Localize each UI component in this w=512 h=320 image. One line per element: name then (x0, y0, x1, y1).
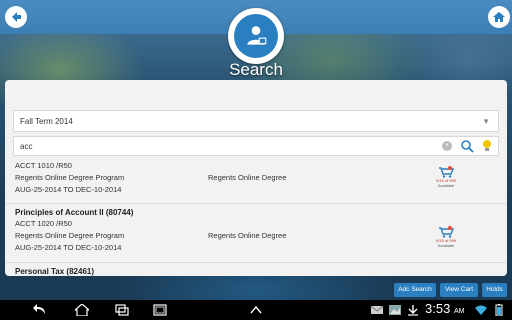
search-icon[interactable] (460, 139, 474, 153)
home-icon (493, 12, 505, 22)
battery-icon (492, 303, 506, 317)
clear-icon[interactable]: × (442, 141, 452, 151)
holds-button[interactable]: Holds (482, 283, 507, 297)
list-item[interactable]: ACCT 1010 /R50 Regents Online Degree Pro… (5, 160, 507, 204)
home-button[interactable] (488, 6, 510, 28)
back-arrow-icon (12, 12, 21, 22)
search-hero-badge (228, 8, 284, 64)
wifi-icon (474, 303, 488, 317)
chevron-down-icon: ▼ (482, 117, 490, 126)
term-select[interactable]: Fall Term 2014 ▼ (13, 110, 499, 132)
course-title: Principles of Account II (80744) (15, 208, 134, 217)
email-icon (370, 303, 384, 317)
course-code: ACCT 1020 /R50 (15, 219, 72, 228)
course-program: Regents Online Degree Program (15, 231, 125, 240)
course-college: Regents Online Degree (208, 173, 287, 182)
system-nav-bar: 3:53 AM (0, 300, 512, 320)
course-dates: AUG-25-2014 TO DEC-10-2014 (15, 243, 122, 252)
search-panel: Fall Term 2014 ▼ acc × ACCT 1010 /R50 Re… (5, 80, 507, 276)
menu-up-icon[interactable] (246, 303, 266, 317)
nav-home-icon[interactable] (72, 303, 92, 317)
cart-icon (439, 166, 454, 178)
image-icon (388, 303, 402, 317)
nav-recent-apps-icon[interactable] (112, 303, 132, 317)
availability-label: Available (437, 243, 455, 248)
add-to-cart-button[interactable]: 9/15 of 999 Available (435, 166, 457, 188)
add-search-button[interactable]: Adc Search (394, 283, 436, 297)
course-dates: AUG-25-2014 TO DEC-10-2014 (15, 185, 122, 194)
add-to-cart-button[interactable]: 9/15 of 999 Available (435, 226, 457, 248)
search-input[interactable]: acc × (13, 136, 499, 156)
page-title: Search (229, 60, 283, 79)
download-icon (406, 303, 420, 317)
screenshot-icon[interactable] (150, 303, 170, 317)
status-ampm: AM (453, 308, 465, 315)
search-input-value: acc (20, 141, 33, 151)
course-program-row: Regents Online Degree Program Regents On… (5, 172, 507, 184)
course-program-row: Regents Online Degree Program Regents On… (5, 230, 507, 242)
term-select-value: Fall Term 2014 (20, 116, 73, 126)
list-item[interactable]: Principles of Account II (80744) ACCT 10… (5, 204, 507, 263)
list-item[interactable]: Personal Tax (82461) (5, 263, 507, 276)
status-clock: 3:53 AM (425, 301, 464, 316)
results-list: ACCT 1010 /R50 Regents Online Degree Pro… (5, 160, 507, 276)
back-button[interactable] (5, 6, 27, 28)
view-cart-button[interactable]: View Cart (440, 283, 478, 297)
lightbulb-icon[interactable] (480, 138, 494, 154)
course-program: Regents Online Degree Program (15, 173, 125, 182)
course-college: Regents Online Degree (208, 231, 287, 240)
course-title: Personal Tax (82461) (15, 267, 95, 276)
availability-label: Available (437, 183, 455, 188)
cart-icon (439, 226, 454, 238)
nav-back-icon[interactable] (30, 303, 50, 317)
user-search-icon (247, 26, 267, 45)
course-code: ACCT 1010 /R50 (15, 161, 72, 170)
status-time: 3:53 (425, 301, 451, 316)
